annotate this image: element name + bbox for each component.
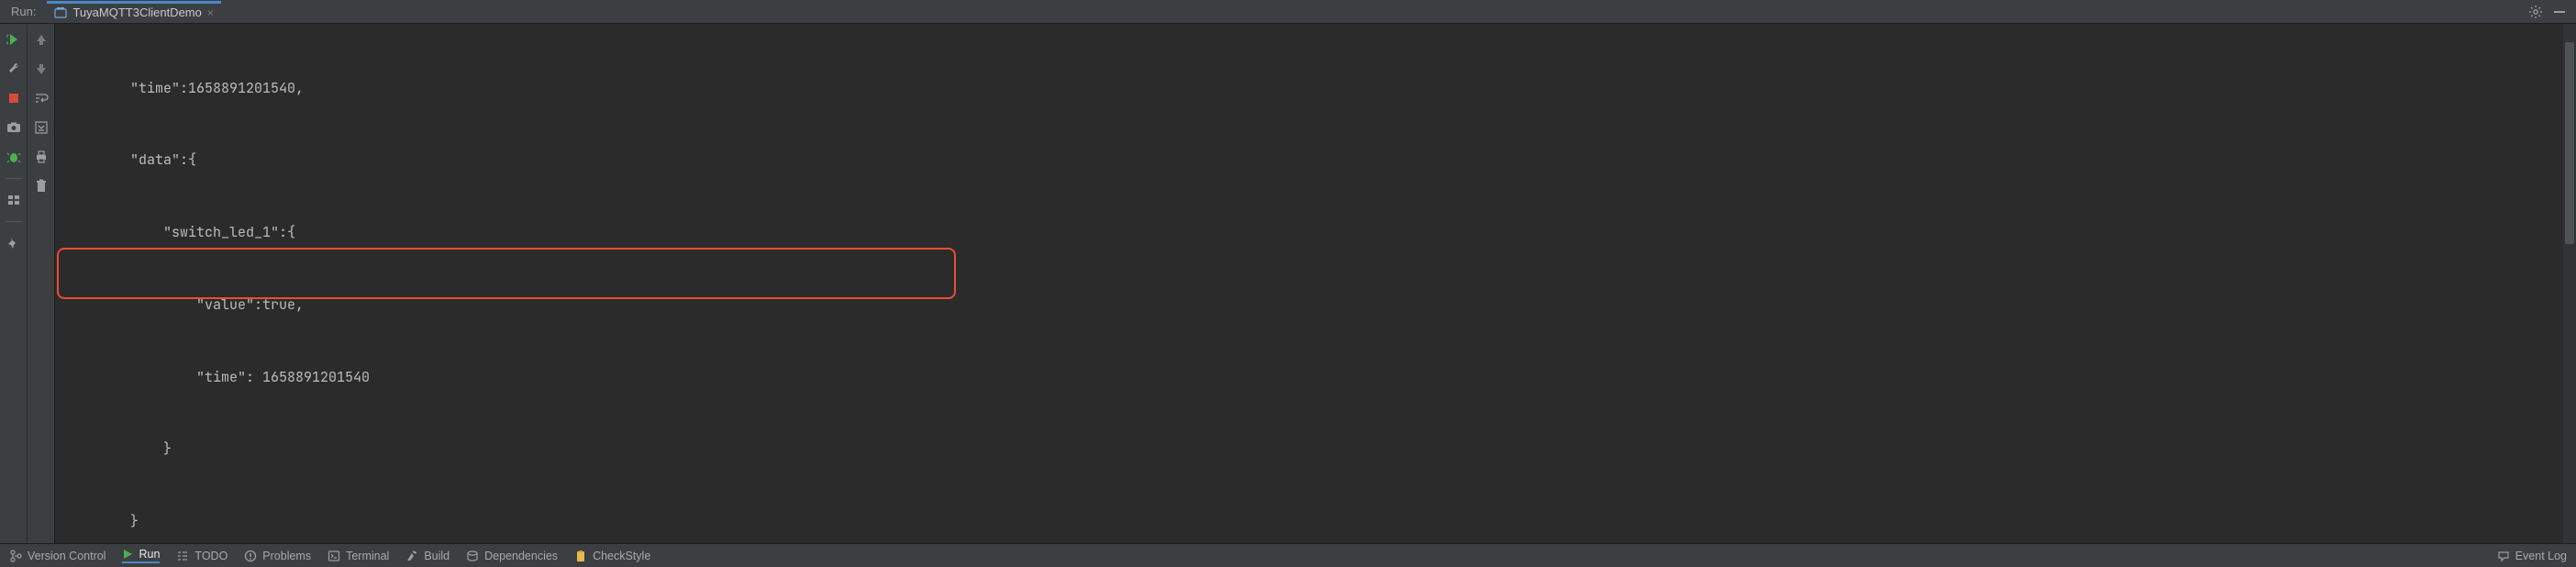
close-icon[interactable]: × [207, 6, 214, 19]
build-label: Build [424, 550, 450, 562]
up-arrow-icon[interactable] [33, 31, 50, 48]
run-toolbar-inner [28, 24, 55, 543]
run-config-tab[interactable]: TuyaMQTT3ClientDemo × [47, 1, 220, 22]
checkstyle-tab[interactable]: CheckStyle [574, 550, 650, 562]
vc-label: Version Control [28, 550, 105, 562]
console-line: "time":1658891201540, [64, 76, 2563, 100]
console-line: } [64, 509, 2563, 533]
run-tool-tabbar: Run: TuyaMQTT3ClientDemo × [0, 0, 2576, 24]
run-toolbar-left [0, 24, 28, 543]
layout-icon[interactable] [6, 192, 22, 208]
terminal-label: Terminal [346, 550, 389, 562]
camera-icon[interactable] [6, 119, 22, 136]
print-icon[interactable] [33, 149, 50, 165]
problems-label: Problems [262, 550, 311, 562]
run-label: Run [139, 548, 160, 561]
console-line: "value":true, [64, 293, 2563, 317]
scrollbar[interactable] [2563, 24, 2576, 543]
deps-label: Dependencies [484, 550, 558, 562]
separator [6, 178, 22, 179]
todo-tab[interactable]: TODO [176, 550, 228, 562]
gear-icon[interactable] [2528, 5, 2543, 19]
problems-tab[interactable]: Problems [244, 550, 311, 562]
run-tab[interactable]: Run [122, 548, 160, 563]
terminal-tab[interactable]: Terminal [328, 550, 389, 562]
todo-label: TODO [194, 550, 228, 562]
version-control-tab[interactable]: Version Control [9, 550, 105, 562]
soft-wrap-icon[interactable] [33, 90, 50, 106]
console-line: } [64, 437, 2563, 461]
status-bar: Version Control Run TODO Problems Termin… [0, 543, 2576, 567]
rerun-icon[interactable] [6, 31, 22, 48]
stop-icon[interactable] [6, 90, 22, 106]
console-line: "time": 1658891201540 [64, 365, 2563, 389]
minimize-icon[interactable] [2552, 5, 2567, 19]
pin-icon[interactable] [6, 235, 22, 251]
trash-icon[interactable] [33, 178, 50, 195]
dependencies-tab[interactable]: Dependencies [466, 550, 558, 562]
app-icon [54, 6, 67, 19]
tab-label: TuyaMQTT3ClientDemo [72, 6, 201, 19]
console-output[interactable]: "time":1658891201540, "data":{ "switch_l… [55, 24, 2563, 543]
run-label: Run: [6, 5, 41, 18]
event-log-tab[interactable]: Event Log [2497, 550, 2567, 562]
highlight-annotation [57, 248, 956, 299]
down-arrow-icon[interactable] [33, 61, 50, 77]
event-log-label: Event Log [2515, 550, 2567, 562]
checkstyle-label: CheckStyle [593, 550, 650, 562]
wrench-icon[interactable] [6, 61, 22, 77]
scroll-to-end-icon[interactable] [33, 119, 50, 136]
build-tab[interactable]: Build [405, 550, 450, 562]
bug-exit-icon[interactable] [6, 149, 22, 165]
console-line: "data":{ [64, 148, 2563, 172]
console-line: "switch_led_1":{ [64, 220, 2563, 244]
separator [6, 221, 22, 222]
scrollbar-thumb[interactable] [2565, 42, 2574, 244]
